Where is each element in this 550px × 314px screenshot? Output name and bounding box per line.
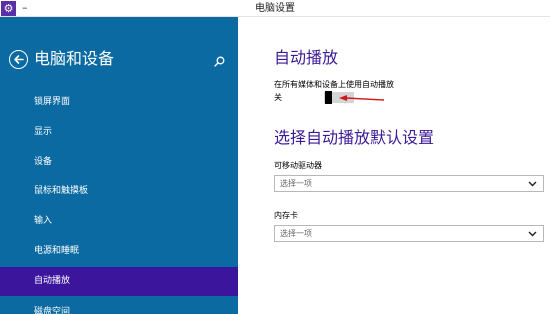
autoplay-toggle-label: 在所有媒体和设备上使用自动播放 xyxy=(274,80,394,89)
removable-drive-label: 可移动驱动器 xyxy=(274,161,322,170)
sidebar-item-input[interactable]: 输入 xyxy=(0,207,238,236)
sidebar: 电脑和设备 锁屏界面 显示 设备 鼠标和触摸板 输入 电源和睡眠 自动播放 磁盘… xyxy=(0,17,238,314)
sidebar-item-autoplay[interactable]: 自动播放 xyxy=(0,267,238,296)
autoplay-heading: 自动播放 xyxy=(274,48,339,67)
sidebar-item-lock-screen[interactable]: 锁屏界面 xyxy=(0,88,238,117)
title-bar: ⚙ – 电脑设置 xyxy=(0,0,550,17)
defaults-heading: 选择自动播放默认设置 xyxy=(274,128,435,147)
search-icon[interactable] xyxy=(214,52,225,71)
memory-card-label: 内存卡 xyxy=(274,211,298,220)
sidebar-item-mouse-touchpad[interactable]: 鼠标和触摸板 xyxy=(0,177,238,206)
sidebar-item-devices[interactable]: 设备 xyxy=(0,148,238,177)
sidebar-item-power-sleep[interactable]: 电源和睡眠 xyxy=(0,237,238,266)
chevron-down-icon xyxy=(528,181,537,187)
toggle-state-text: 关 xyxy=(274,93,282,102)
sidebar-item-display[interactable]: 显示 xyxy=(0,118,238,147)
window-title: 电脑设置 xyxy=(255,3,295,14)
memory-card-dropdown[interactable]: 选择一项 xyxy=(274,225,544,242)
removable-drive-value: 选择一项 xyxy=(280,179,312,188)
removable-drive-dropdown[interactable]: 选择一项 xyxy=(274,175,544,192)
memory-card-value: 选择一项 xyxy=(280,229,312,238)
toggle-thumb[interactable] xyxy=(325,91,332,104)
chevron-down-icon xyxy=(528,231,537,237)
main-content: 自动播放 在所有媒体和设备上使用自动播放 关 选择自动播放默认设置 可移动驱动器… xyxy=(238,17,550,314)
red-arrow-annotation xyxy=(339,95,385,101)
back-arrow-icon[interactable] xyxy=(9,50,28,69)
sidebar-item-disk-space[interactable]: 磁盘空间 xyxy=(0,298,238,314)
sidebar-title: 电脑和设备 xyxy=(34,49,115,68)
